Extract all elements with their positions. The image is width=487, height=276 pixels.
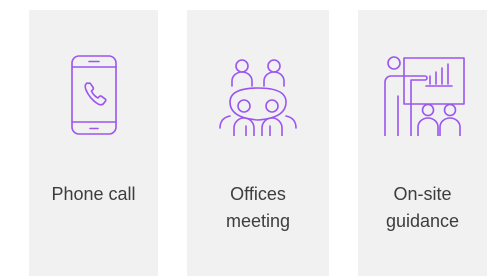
onsite-guidance-icon-wrap: [358, 54, 487, 150]
phone-call-icon: [70, 55, 117, 135]
card-phone-call[interactable]: Phone call: [29, 10, 158, 276]
onsite-guidance-icon: [383, 56, 465, 136]
phone-call-icon-wrap: [29, 54, 158, 150]
card-offices-meeting[interactable]: Offices meeting: [187, 10, 329, 276]
office-meeting-icon-wrap: [187, 54, 329, 150]
card-label: Offices meeting: [225, 184, 291, 231]
card-onsite-guidance[interactable]: On-site guidance: [358, 10, 487, 276]
card-label: Phone call: [51, 184, 136, 204]
card-label: On-site guidance: [385, 184, 460, 231]
office-meeting-icon: [219, 59, 297, 136]
